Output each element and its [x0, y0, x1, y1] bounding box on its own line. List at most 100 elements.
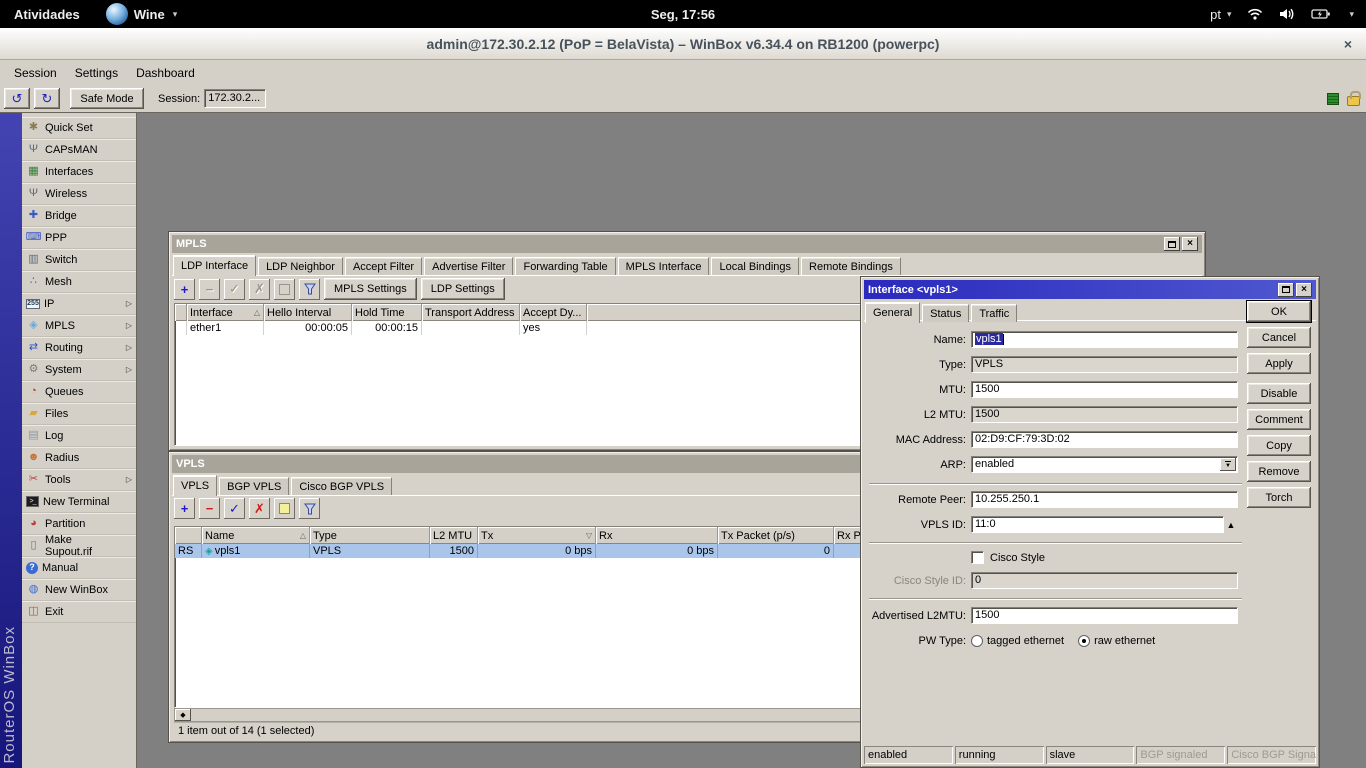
table-row-selected[interactable]: RS ◈ vpls1 VPLS 1500 0 bps 0 bps 0 [175, 544, 861, 558]
session-field[interactable]: 172.30.2... [204, 89, 267, 108]
col-transport-address[interactable]: Transport Address [422, 304, 520, 321]
menu-item[interactable]: Dashboard [128, 64, 203, 82]
undo-button[interactable]: ↺ [4, 88, 30, 109]
ldp-settings-button[interactable]: LDP Settings [420, 278, 505, 300]
sidebar-item[interactable]: ⌨ PPP [22, 227, 136, 249]
remote-peer-field[interactable]: 10.255.250.1 [971, 491, 1238, 508]
add-icon[interactable]: + [174, 498, 195, 519]
combo-down-button[interactable]: ▼ [1220, 458, 1236, 471]
col-tx[interactable]: Tx ▽ [478, 527, 596, 544]
raw-ethernet-radio[interactable] [1078, 634, 1091, 647]
battery-icon[interactable] [1311, 8, 1331, 20]
col-accept-dynamic[interactable]: Accept Dy... [520, 304, 587, 321]
sidebar-item[interactable]: ✱ Quick Set [22, 117, 136, 139]
enable-icon[interactable]: ✓ [224, 498, 245, 519]
sidebar-item[interactable]: ◫ Exit [22, 601, 136, 623]
sidebar-item[interactable]: ▦ Interfaces [22, 161, 136, 183]
cisco-style-checkbox[interactable] [971, 551, 984, 564]
tab[interactable]: Accept Filter [344, 257, 423, 275]
tab[interactable]: LDP Neighbor [258, 257, 343, 275]
name-field[interactable]: vpls1 [971, 331, 1238, 348]
tab[interactable]: Status [922, 304, 970, 322]
filter-icon[interactable] [299, 498, 320, 519]
sidebar-item[interactable]: ✚ Bridge [22, 205, 136, 227]
col-flags[interactable] [175, 527, 202, 544]
sidebar-item[interactable]: Ψ Wireless [22, 183, 136, 205]
wifi-icon[interactable] [1247, 8, 1263, 20]
clock[interactable]: Seg, 17:56 [651, 7, 715, 22]
activities-button[interactable]: Atividades [14, 7, 80, 22]
tab[interactable]: Traffic [971, 304, 1018, 322]
winbox-titlebar[interactable]: admin@172.30.2.12 (PoP = BelaVista) – Wi… [0, 28, 1366, 60]
vpls-id-field[interactable]: 11:0 [971, 516, 1224, 533]
dialog-button[interactable]: Disable [1247, 383, 1311, 404]
mpls-window-titlebar[interactable]: MPLS × [172, 235, 1202, 253]
horizontal-scrollbar[interactable]: ◆ [174, 708, 862, 722]
tab[interactable]: MPLS Interface [617, 257, 710, 275]
tab[interactable]: Remote Bindings [801, 257, 901, 275]
sidebar-item[interactable]: ◍ New WinBox [22, 579, 136, 601]
comment-icon[interactable] [274, 498, 295, 519]
sidebar-item[interactable]: ? Manual [22, 557, 136, 579]
maximize-button[interactable] [1164, 237, 1180, 251]
sidebar-item[interactable]: ⇄ Routing [22, 337, 136, 359]
tab[interactable]: General [865, 302, 921, 323]
col-rx-packet[interactable]: Rx Pack... [834, 527, 861, 544]
tab[interactable]: Cisco BGP VPLS [291, 477, 393, 495]
menu-item[interactable]: Session [6, 64, 65, 82]
sidebar-item[interactable]: ◔ Queues [22, 381, 136, 403]
dialog-button[interactable]: Cancel [1247, 327, 1311, 348]
col-tx-packet[interactable]: Tx Packet (p/s) [718, 527, 834, 544]
dialog-titlebar[interactable]: Interface <vpls1> × [864, 280, 1316, 299]
col-hello-interval[interactable]: Hello Interval [264, 304, 352, 321]
sidebar-item[interactable]: 255 IP [22, 293, 136, 315]
close-button[interactable]: × [1296, 282, 1312, 297]
tagged-ethernet-radio[interactable] [971, 634, 983, 647]
tab[interactable]: Local Bindings [711, 257, 800, 275]
tab[interactable]: VPLS [173, 475, 218, 496]
dialog-button[interactable]: OK [1246, 300, 1312, 323]
col-blank[interactable] [175, 304, 187, 321]
add-icon[interactable]: + [174, 278, 195, 300]
sidebar-item[interactable]: ▥ Switch [22, 249, 136, 271]
col-hold-time[interactable]: Hold Time [352, 304, 422, 321]
sidebar-item[interactable]: >_ New Terminal [22, 491, 136, 513]
sidebar-item[interactable]: ◈ MPLS [22, 315, 136, 337]
tab[interactable]: BGP VPLS [219, 477, 290, 495]
language-indicator[interactable]: pt ▾ [1210, 7, 1231, 22]
menu-item[interactable]: Settings [67, 64, 126, 82]
sidebar-item[interactable]: ∴ Mesh [22, 271, 136, 293]
sidebar-item[interactable]: ⚙ System [22, 359, 136, 381]
sidebar-item[interactable]: ▯ Make Supout.rif [22, 534, 136, 558]
mtu-field[interactable]: 1500 [971, 381, 1238, 398]
wine-app-menu[interactable]: Wine ▾ [105, 3, 177, 25]
disable-icon[interactable]: ✗ [249, 498, 270, 519]
expand-up-icon[interactable]: ▲ [1224, 520, 1238, 530]
redo-button[interactable]: ↻ [34, 88, 60, 109]
remove-icon[interactable]: − [199, 498, 220, 519]
tab[interactable]: Advertise Filter [424, 257, 514, 275]
maximize-button[interactable] [1278, 282, 1294, 297]
arp-select[interactable]: enabled ▼ [971, 456, 1238, 473]
col-type[interactable]: Type [310, 527, 430, 544]
sidebar-item[interactable]: ☻ Radius [22, 447, 136, 469]
sidebar-item[interactable]: ✂ Tools [22, 469, 136, 491]
sidebar-item[interactable]: ▰ Files [22, 403, 136, 425]
advertised-l2mtu-field[interactable]: 1500 [971, 607, 1238, 624]
safe-mode-button[interactable]: Safe Mode [70, 88, 144, 109]
col-name[interactable]: Name △ [202, 527, 310, 544]
col-interface[interactable]: Interface △ [187, 304, 264, 321]
dialog-button[interactable]: Apply [1247, 353, 1311, 374]
mac-address-field[interactable]: 02:D9:CF:79:3D:02 [971, 431, 1238, 448]
volume-icon[interactable] [1279, 8, 1295, 20]
dialog-button[interactable]: Torch [1247, 487, 1311, 508]
system-menu-chevron-icon[interactable]: ▾ [1349, 9, 1354, 20]
dialog-button[interactable]: Copy [1247, 435, 1311, 456]
sidebar-item[interactable]: ◕ Partition [22, 513, 136, 535]
sidebar-item[interactable]: ▤ Log [22, 425, 136, 447]
mpls-settings-button[interactable]: MPLS Settings [324, 278, 417, 300]
close-icon[interactable]: × [1344, 28, 1352, 60]
tab[interactable]: Forwarding Table [515, 257, 616, 275]
sidebar-item[interactable]: Ψ CAPsMAN [22, 139, 136, 161]
col-rx[interactable]: Rx [596, 527, 718, 544]
